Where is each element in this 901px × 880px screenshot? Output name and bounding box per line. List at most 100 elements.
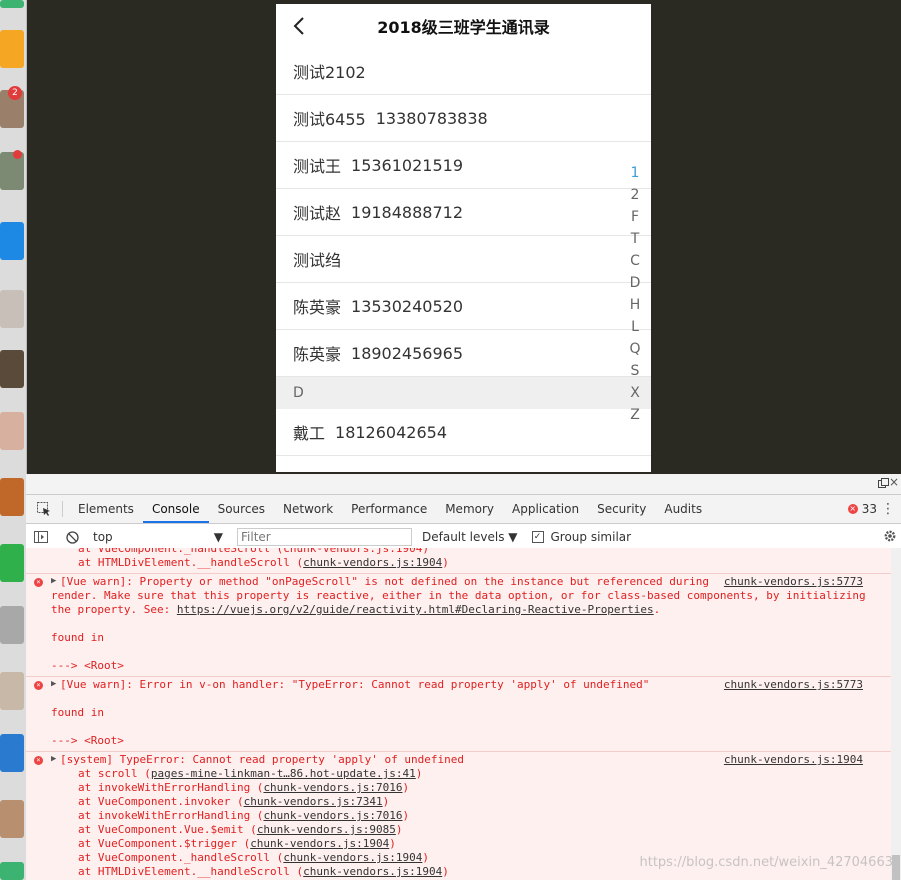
expand-triangle-icon[interactable]: ▶ xyxy=(51,754,56,764)
expand-triangle-icon[interactable]: ▶ xyxy=(51,576,56,586)
contact-row[interactable]: 测试赵 19184888712 xyxy=(276,189,651,236)
group-similar-checkbox[interactable]: ✓ xyxy=(531,531,544,543)
app-icon-orange[interactable] xyxy=(0,30,24,68)
tab-memory[interactable]: Memory xyxy=(436,495,503,523)
notification-dot xyxy=(13,150,22,159)
app-icon-avatars[interactable] xyxy=(0,290,24,328)
source-link[interactable]: chunk-vendors.js:1904 xyxy=(724,753,863,766)
message-text-part: the property. See: xyxy=(51,603,177,616)
contact-list-d: 戴工 18126042654 戴工 18026947640 xyxy=(276,409,651,472)
stack-link[interactable]: chunk-vendors.js:7016 xyxy=(263,781,402,794)
contact-row[interactable]: 测试王 15361021519 xyxy=(276,142,651,189)
tab-network[interactable]: Network xyxy=(274,495,342,523)
stack-text: ) xyxy=(382,795,390,808)
contact-row[interactable]: 戴工 18126042654 xyxy=(276,409,651,456)
app-icon-shield[interactable] xyxy=(0,544,24,582)
filter-input[interactable]: Filter xyxy=(237,528,412,546)
app-icon-comic[interactable] xyxy=(0,478,24,516)
app-icon-chat-group[interactable]: 2 xyxy=(0,86,24,128)
index-letter[interactable]: T xyxy=(624,228,646,250)
stack-text: ) xyxy=(389,837,396,850)
contact-phone: 18026947640 xyxy=(335,470,447,473)
stack-text: ) xyxy=(442,556,449,569)
contact-row[interactable]: 陈英豪 13530240520 xyxy=(276,283,651,330)
sidebar-toggle-icon[interactable] xyxy=(34,531,48,543)
app-icon-faces[interactable] xyxy=(0,672,24,710)
contact-phone: 18902456965 xyxy=(351,343,463,363)
app-icon-browser[interactable] xyxy=(0,734,24,772)
gear-icon[interactable] xyxy=(883,529,897,543)
devtools-panel: × Elements Console Sources Network Performan… xyxy=(26,474,901,880)
app-icon-gray[interactable] xyxy=(0,606,24,644)
back-arrow-icon[interactable] xyxy=(288,14,312,38)
app-icon-room[interactable] xyxy=(0,350,24,388)
stack-link[interactable]: chunk-vendors.js:1904 xyxy=(283,851,422,864)
stack-text: at HTMLDivElement.__handleScroll ( xyxy=(78,865,304,878)
stack-link[interactable]: pages-mine-linkman-t…86.hot-update.js:41 xyxy=(151,767,416,780)
log-levels-dropdown[interactable]: Default levels ▼ xyxy=(422,530,518,544)
stack-line: at VueComponent.Vue.$emit (chunk-vendors… xyxy=(26,823,891,837)
clear-console-icon[interactable] xyxy=(66,530,79,544)
error-counter[interactable]: × 33 xyxy=(847,502,877,516)
index-letter[interactable]: 2 xyxy=(624,184,646,206)
app-icon-portrait[interactable] xyxy=(0,412,24,450)
found-in-text: found in xyxy=(51,631,104,644)
tab-audits[interactable]: Audits xyxy=(655,495,711,523)
devtools-tabs: Elements Console Sources Network Performance… xyxy=(26,495,901,524)
group-similar-option[interactable]: ✓ Group similar xyxy=(531,530,631,544)
close-icon[interactable]: × xyxy=(889,475,899,489)
app-icon-desk[interactable] xyxy=(0,800,24,838)
more-options-icon[interactable]: ⋮ xyxy=(881,501,895,517)
stack-text: at VueComponent.$trigger ( xyxy=(78,837,251,850)
app-icon-green-bottom[interactable] xyxy=(0,862,24,880)
index-letter[interactable]: C xyxy=(624,250,646,272)
index-letter[interactable]: Z xyxy=(624,404,646,426)
tab-console[interactable]: Console xyxy=(142,495,209,523)
index-letter[interactable]: F xyxy=(624,206,646,228)
contact-row[interactable]: 测试2102 xyxy=(276,48,651,95)
index-letter[interactable]: L xyxy=(624,316,646,338)
stack-text: at VueComponent._handleScroll ( xyxy=(78,851,284,864)
stack-link[interactable]: chunk-vendors.js:1904 xyxy=(250,837,389,850)
console-scrollbar[interactable] xyxy=(891,548,901,880)
scrollbar-thumb[interactable] xyxy=(892,855,900,880)
tab-elements[interactable]: Elements xyxy=(69,495,143,523)
tab-sources[interactable]: Sources xyxy=(209,495,274,523)
tab-application[interactable]: Application xyxy=(503,495,588,523)
stack-link[interactable]: chunk-vendors.js:9085 xyxy=(257,823,396,836)
stack-link[interactable]: chunk-vendors.js:1904 xyxy=(303,556,442,569)
tab-performance[interactable]: Performance xyxy=(342,495,436,523)
tab-security[interactable]: Security xyxy=(588,495,655,523)
contact-row[interactable]: 测试绉 xyxy=(276,236,651,283)
index-letter[interactable]: S xyxy=(624,360,646,382)
contact-row[interactable]: 测试6455 13380783838 xyxy=(276,95,651,142)
stack-link[interactable]: chunk-vendors.js:1904 xyxy=(303,865,442,878)
contact-row[interactable]: 陈英豪 18902456965 xyxy=(276,330,651,377)
index-letter[interactable]: 1 xyxy=(624,162,646,184)
app-icon-photos[interactable] xyxy=(0,150,24,190)
index-letter[interactable]: Q xyxy=(624,338,646,360)
context-select[interactable]: top ▼ xyxy=(93,530,223,544)
source-link[interactable]: chunk-vendors.js:5773 xyxy=(724,678,863,691)
source-link[interactable]: chunk-vendors.js:5773 xyxy=(724,575,863,588)
index-letter[interactable]: D xyxy=(624,272,646,294)
contact-name: 测试王 xyxy=(293,157,342,176)
contact-phone: 19184888712 xyxy=(351,202,463,222)
contact-name: 陈英豪 xyxy=(293,345,342,364)
inspect-element-icon[interactable] xyxy=(36,501,52,517)
contact-phone: 13380783838 xyxy=(375,108,488,128)
console-toolbar: top ▼ Filter Default levels ▼ ✓ Group si… xyxy=(26,524,901,551)
index-letter[interactable]: H xyxy=(624,294,646,316)
index-letter[interactable]: X xyxy=(624,382,646,404)
stack-link[interactable]: chunk-vendors.js:7341 xyxy=(244,795,383,808)
docs-link[interactable]: https://vuejs.org/v2/guide/reactivity.ht… xyxy=(177,603,654,616)
stack-link[interactable]: chunk-vendors.js:7016 xyxy=(263,809,402,822)
undock-icon[interactable] xyxy=(878,478,889,488)
app-icon-mail[interactable] xyxy=(0,222,24,260)
app-icon-green[interactable] xyxy=(0,0,24,8)
contact-row[interactable]: 戴工 18026947640 xyxy=(276,456,651,473)
stack-line: at VueComponent._handleScroll (chunk-ven… xyxy=(78,548,429,555)
expand-triangle-icon[interactable]: ▶ xyxy=(51,679,56,689)
